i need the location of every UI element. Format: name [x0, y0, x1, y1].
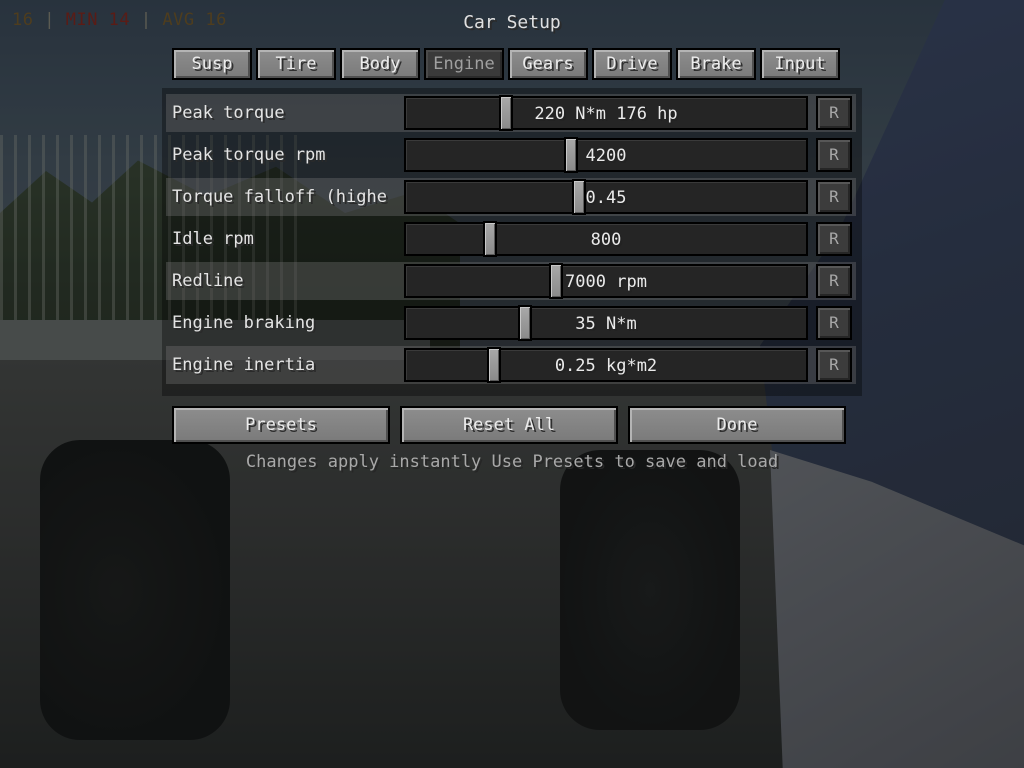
- slider-value: 0.45: [585, 188, 627, 208]
- setting-row-torque-falloff: Torque falloff (highe 0.45 R: [166, 178, 856, 216]
- setting-row-engine-braking: Engine braking 35 N*m R: [166, 304, 856, 342]
- tab-body[interactable]: Body: [340, 48, 420, 80]
- reset-button[interactable]: R: [816, 222, 852, 256]
- slider-knob[interactable]: [518, 305, 532, 341]
- reset-button[interactable]: R: [816, 180, 852, 214]
- torque-falloff-slider[interactable]: 0.45: [404, 179, 808, 215]
- setting-row-idle-rpm: Idle rpm 800 R: [166, 220, 856, 258]
- slider-knob[interactable]: [483, 221, 497, 257]
- tab-susp[interactable]: Susp: [172, 48, 252, 80]
- slider-knob[interactable]: [487, 347, 501, 383]
- setting-row-engine-inertia: Engine inertia 0.25 kg*m2 R: [166, 346, 856, 384]
- setting-row-redline: Redline 7000 rpm R: [166, 262, 856, 300]
- redline-slider[interactable]: 7000 rpm: [404, 263, 808, 299]
- slider-knob[interactable]: [549, 263, 563, 299]
- setting-row-peak-torque-rpm: Peak torque rpm 4200 R: [166, 136, 856, 174]
- tab-engine[interactable]: Engine: [424, 48, 504, 80]
- engine-braking-slider[interactable]: 35 N*m: [404, 305, 808, 341]
- slider-value: 0.25 kg*m2: [554, 356, 658, 376]
- tab-brake[interactable]: Brake: [676, 48, 756, 80]
- reset-button[interactable]: R: [816, 96, 852, 130]
- tab-drive[interactable]: Drive: [592, 48, 672, 80]
- slider-knob[interactable]: [564, 137, 578, 173]
- engine-inertia-slider[interactable]: 0.25 kg*m2: [404, 347, 808, 383]
- reset-all-button[interactable]: Reset All: [400, 406, 618, 444]
- reset-button[interactable]: R: [816, 264, 852, 298]
- slider-knob[interactable]: [499, 95, 513, 131]
- presets-button[interactable]: Presets: [172, 406, 390, 444]
- reset-button[interactable]: R: [816, 138, 852, 172]
- tab-tire[interactable]: Tire: [256, 48, 336, 80]
- done-button[interactable]: Done: [628, 406, 846, 444]
- slider-value: 220 N*m 176 hp: [534, 104, 678, 124]
- idle-rpm-slider[interactable]: 800: [404, 221, 808, 257]
- screen-title: Car Setup: [463, 12, 561, 33]
- setting-row-peak-torque: Peak torque 220 N*m 176 hp R: [166, 94, 856, 132]
- setting-label: Torque falloff (highe: [172, 187, 387, 207]
- slider-value: 7000 rpm: [565, 272, 647, 292]
- setting-label: Idle rpm: [172, 229, 254, 249]
- reset-button[interactable]: R: [816, 348, 852, 382]
- setting-label: Peak torque rpm: [172, 145, 326, 165]
- peak-torque-slider[interactable]: 220 N*m 176 hp: [404, 95, 808, 131]
- setting-label: Engine braking: [172, 313, 316, 333]
- peak-torque-rpm-slider[interactable]: 4200: [404, 137, 808, 173]
- hint-text: Changes apply instantly Use Presets to s…: [245, 452, 779, 472]
- slider-value: 4200: [585, 146, 627, 166]
- setting-label: Redline: [172, 271, 244, 291]
- setting-label: Peak torque: [172, 103, 285, 123]
- slider-knob[interactable]: [572, 179, 586, 215]
- tab-gears[interactable]: Gears: [508, 48, 588, 80]
- slider-value: 35 N*m: [575, 314, 637, 334]
- slider-value: 800: [590, 230, 622, 250]
- setting-label: Engine inertia: [172, 355, 316, 375]
- reset-button[interactable]: R: [816, 306, 852, 340]
- tab-input[interactable]: Input: [760, 48, 840, 80]
